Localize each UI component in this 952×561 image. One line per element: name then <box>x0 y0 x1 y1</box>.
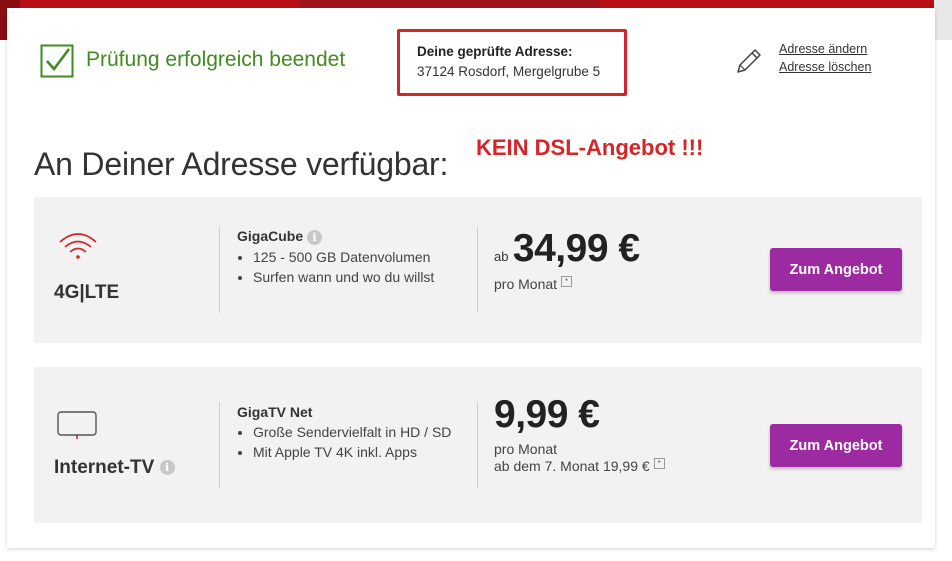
price: ab 34,99 € <box>494 227 640 271</box>
check-status-text: Prüfung erfolgreich beendet <box>86 48 346 71</box>
feature-item: Surfen wann und wo du willst <box>253 267 434 287</box>
divider <box>477 402 478 488</box>
offer-card-gigatv: Internet-TV i GigaTV Net Große Sendervie… <box>34 367 922 523</box>
feature-list: Große Sendervielfalt in HD / SD Mit Appl… <box>237 422 451 462</box>
delete-address-link[interactable]: Adresse löschen <box>779 60 871 74</box>
price-period: pro Monat <box>494 441 558 457</box>
info-icon[interactable]: i <box>307 229 323 245</box>
footnote-star-icon[interactable]: * <box>561 276 573 287</box>
address-check-result-card: Prüfung erfolgreich beendet Deine geprüf… <box>7 8 935 548</box>
price-period: pro Monat * <box>494 276 573 293</box>
zum-angebot-button[interactable]: Zum Angebot <box>770 248 902 291</box>
verified-address-value: 37124 Rosdorf, Mergelgrube 5 <box>417 64 601 79</box>
price-note: ab dem 7. Monat 19,99 € * <box>494 458 665 475</box>
divider <box>219 227 220 313</box>
wifi-icon <box>59 233 97 259</box>
divider <box>219 402 220 488</box>
price-amount: 34,99 € <box>512 227 640 270</box>
offer-type-label-text: Internet-TV <box>54 457 155 478</box>
feature-item: Mit Apple TV 4K inkl. Apps <box>253 442 451 462</box>
feature-item: Große Sendervielfalt in HD / SD <box>253 422 451 442</box>
verified-address-box: Deine geprüfte Adresse: 37124 Rosdorf, M… <box>397 29 627 96</box>
price-amount: 9,99 € <box>494 393 600 436</box>
price-prefix: ab <box>494 249 509 264</box>
pencil-icon[interactable] <box>731 44 765 78</box>
divider <box>477 227 478 313</box>
info-icon[interactable]: i <box>159 460 175 476</box>
offer-type-label: 4G|LTE <box>54 282 120 303</box>
change-address-link[interactable]: Adresse ändern <box>779 42 867 56</box>
banner-right-strip <box>934 0 952 40</box>
price: 9,99 € <box>494 393 600 437</box>
checkbox-checked-icon <box>40 44 74 78</box>
product-name: GigaCube i <box>237 228 323 245</box>
price-period-text: pro Monat <box>494 276 558 292</box>
product-name: GigaTV Net <box>237 404 313 420</box>
page-heading: An Deiner Adresse verfügbar: <box>34 146 449 183</box>
verified-address-title: Deine geprüfte Adresse: <box>417 44 573 59</box>
zum-angebot-button[interactable]: Zum Angebot <box>770 424 902 467</box>
no-dsl-annotation: KEIN DSL-Angebot !!! <box>476 135 704 160</box>
price-note-text: ab dem 7. Monat 19,99 € <box>494 458 650 474</box>
product-name-text: GigaCube <box>237 228 304 244</box>
feature-item: 125 - 500 GB Datenvolumen <box>253 247 434 267</box>
feature-list: 125 - 500 GB Datenvolumen Surfen wann un… <box>237 247 434 287</box>
offer-card-gigacube: 4G|LTE GigaCube i 125 - 500 GB Datenvolu… <box>34 197 922 343</box>
tv-icon <box>57 411 97 439</box>
footnote-star-icon[interactable]: * <box>653 458 665 469</box>
offer-type-label: Internet-TV i <box>54 457 175 479</box>
